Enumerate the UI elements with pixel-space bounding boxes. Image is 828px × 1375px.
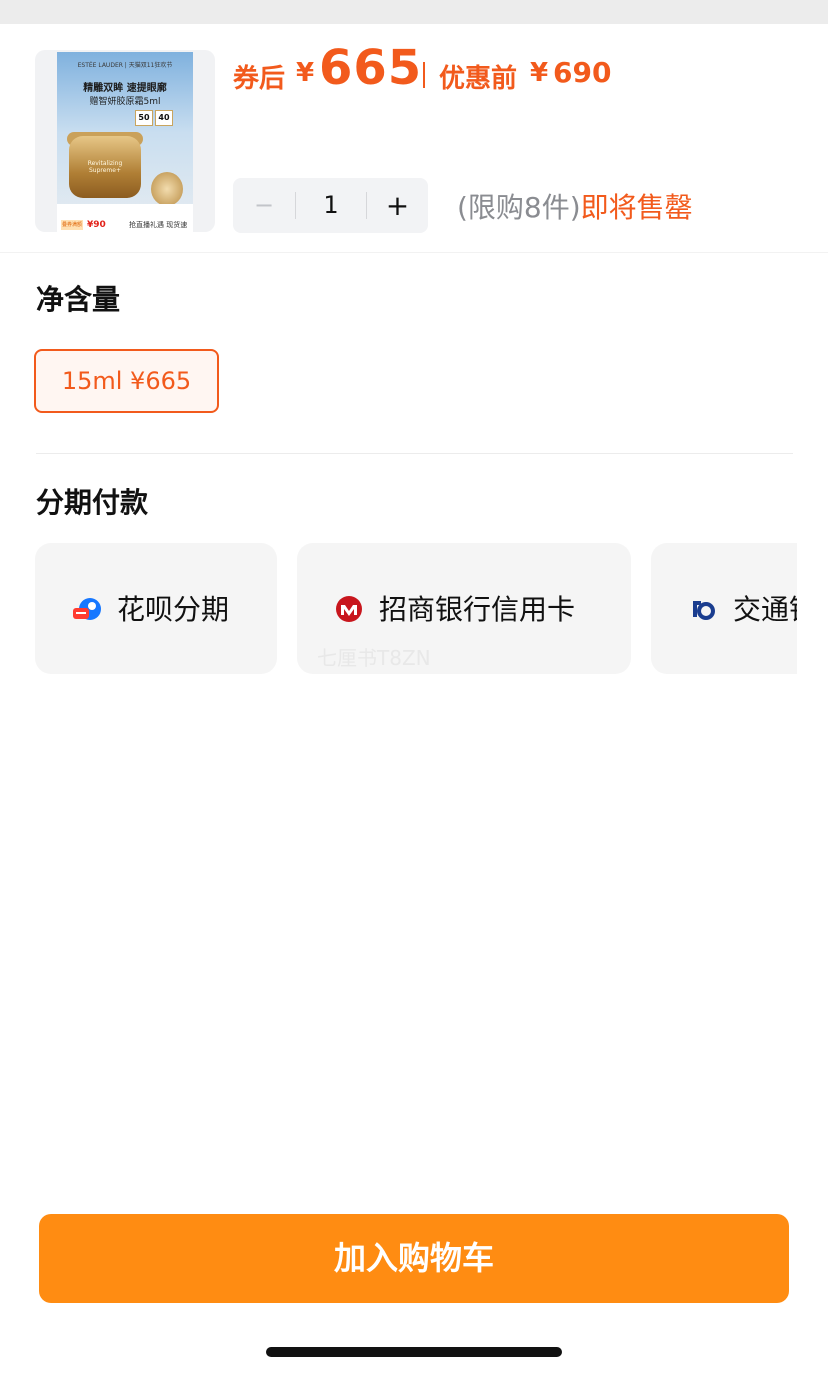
image-footer-text: 抢直播礼遇 现货速发!: [129, 221, 188, 229]
installment-title: 分期付款: [36, 486, 149, 519]
sample-jar: [151, 172, 183, 206]
limit-text: (限购8件): [457, 191, 581, 224]
original-price: 690: [553, 56, 612, 89]
cmb-icon: [336, 596, 362, 622]
huabei-icon: [73, 598, 101, 620]
image-footer-tag: 叠券满额: [61, 220, 83, 230]
image-gift-text: 赠智妍胶原霜5ml: [89, 97, 161, 107]
coupon-price-label: 券后: [233, 64, 286, 94]
product-image: ESTÉE LAUDER | 天猫双11狂欢节 精雕双眸 速提眼廓 赠智妍胶原霜…: [57, 52, 193, 232]
spec-option-15ml[interactable]: 15ml ¥665: [34, 349, 219, 413]
image-footer: 叠券满额 ¥90 抢直播礼遇 现货速发!: [57, 218, 193, 232]
bocom-icon: [693, 601, 715, 620]
quantity-stepper: − 1 +: [233, 178, 428, 233]
jar-text: Revitalizing Supreme+: [87, 160, 123, 174]
purchase-limit: (限购8件)即将售罄: [457, 186, 693, 226]
quantity-value[interactable]: 1: [296, 178, 366, 233]
stock-status: 即将售罄: [580, 191, 693, 224]
spec-title: 净含量: [36, 283, 121, 316]
watermark: 七厘书T8ZN: [317, 646, 431, 670]
installment-label: 花呗分期: [117, 593, 230, 626]
image-badge-2: 40: [155, 110, 173, 126]
home-indicator: [266, 1347, 562, 1357]
price-divider: [423, 62, 425, 88]
installment-option-bocom[interactable]: 交通银行信用卡: [651, 543, 797, 674]
coupon-price: 665: [319, 40, 423, 96]
status-strip: [0, 0, 828, 24]
image-headline: 精雕双眸 速提眼廓: [83, 83, 167, 94]
add-to-cart-button[interactable]: 加入购物车: [39, 1214, 789, 1303]
coupon-price-currency: ¥: [296, 58, 315, 88]
installment-label: 交通银行信用卡: [733, 593, 797, 626]
image-brand-line: ESTÉE LAUDER | 天猫双11狂欢节: [77, 62, 173, 69]
decrease-button[interactable]: −: [233, 178, 295, 233]
product-thumbnail[interactable]: ESTÉE LAUDER | 天猫双11狂欢节 精雕双眸 速提眼廓 赠智妍胶原霜…: [35, 50, 215, 232]
installment-option-huabei[interactable]: 花呗分期: [35, 543, 277, 674]
increase-button[interactable]: +: [367, 178, 428, 233]
image-footer-value: ¥90: [87, 220, 106, 230]
image-shelf: [57, 204, 193, 218]
divider: [36, 453, 793, 454]
installment-label: 招商银行信用卡: [379, 593, 576, 626]
original-price-currency: ¥: [530, 58, 549, 88]
image-badge-1: 50: [135, 110, 153, 126]
original-price-label: 优惠前: [439, 64, 518, 94]
divider: [0, 252, 828, 253]
